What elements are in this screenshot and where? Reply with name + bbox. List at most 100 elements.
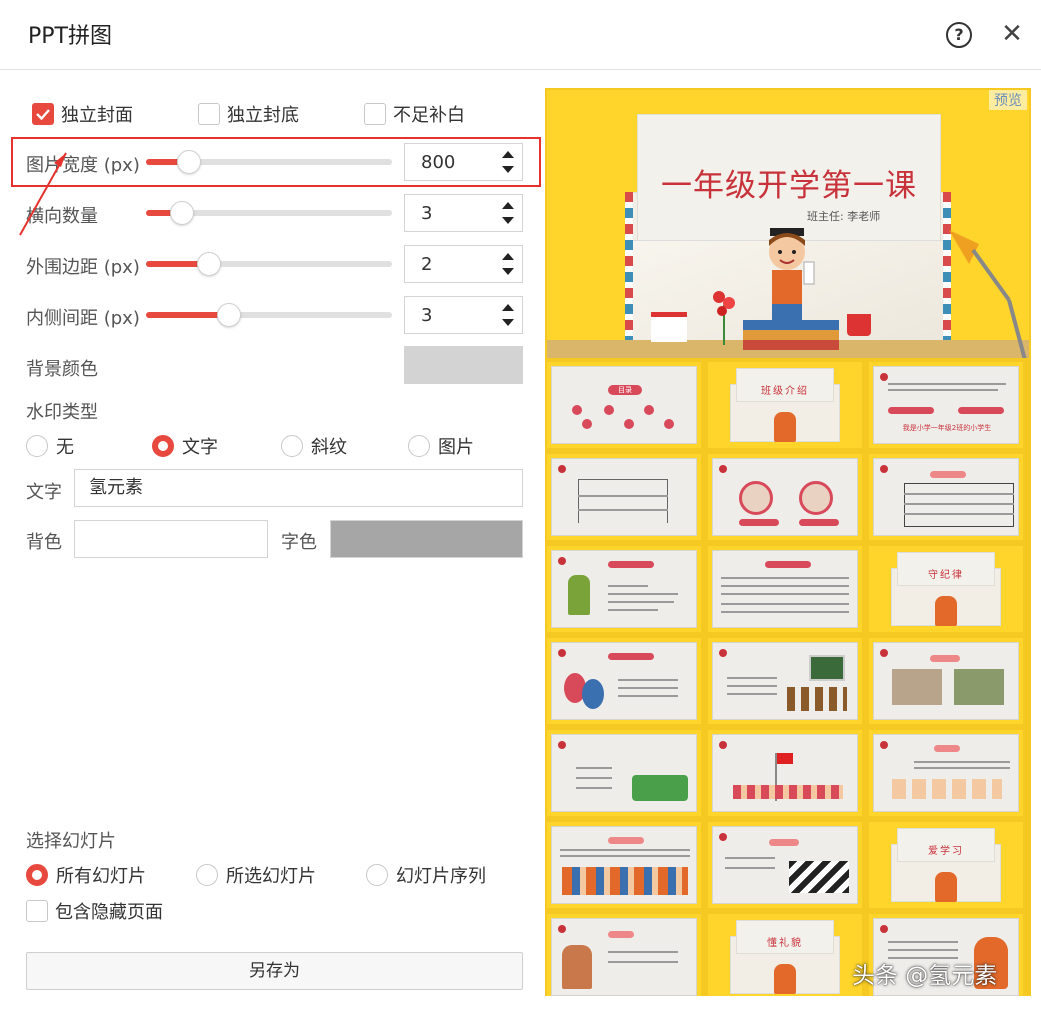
all-slides-radio[interactable]: 所有幻灯片 xyxy=(26,862,146,888)
radio-dot[interactable] xyxy=(196,864,218,886)
slide-thumbnail[interactable] xyxy=(708,822,862,908)
hidden-pages-checkbox[interactable]: 包含隐藏页面 xyxy=(26,898,163,924)
slide-body xyxy=(873,458,1019,536)
inner-spacing-spinbox[interactable]: 3 xyxy=(404,296,523,334)
radio-dot[interactable] xyxy=(281,435,303,457)
slide-thumbnail[interactable] xyxy=(869,454,1023,540)
backcover-checkbox-box[interactable] xyxy=(198,103,220,125)
watermark-image-radio[interactable]: 图片 xyxy=(408,433,474,459)
fill-checkbox[interactable]: 不足补白 xyxy=(364,101,465,127)
slide-thumbnail[interactable] xyxy=(869,638,1023,724)
logo-icon xyxy=(880,373,888,381)
spin-up-icon[interactable] xyxy=(502,202,514,209)
table-graphic xyxy=(904,483,1014,527)
watermark-bg-swatch[interactable] xyxy=(74,520,268,558)
logo-icon xyxy=(558,741,566,749)
label-pill xyxy=(769,839,799,846)
radio-dot[interactable] xyxy=(152,435,174,457)
students-group-icon xyxy=(562,867,688,895)
radio-label: 无 xyxy=(56,437,74,458)
text-line xyxy=(618,687,678,689)
logo-icon xyxy=(719,465,727,473)
slide-thumbnail[interactable]: 懂礼貌 xyxy=(708,914,862,996)
slide-thumbnail[interactable] xyxy=(547,454,701,540)
toc-bullet xyxy=(664,419,674,429)
columns-value[interactable]: 3 xyxy=(421,203,432,224)
slide-sequence-radio[interactable]: 幻灯片序列 xyxy=(366,862,486,888)
slide-thumbnail[interactable] xyxy=(708,546,862,632)
outer-margin-slider[interactable] xyxy=(146,252,392,276)
spin-up-icon[interactable] xyxy=(502,253,514,260)
slide-thumbnail[interactable]: 爱学习 xyxy=(869,822,1023,908)
text-line xyxy=(576,767,612,769)
label-pill xyxy=(608,931,634,938)
spin-down-icon[interactable] xyxy=(502,319,514,326)
spin-up-icon[interactable] xyxy=(502,304,514,311)
text-line xyxy=(608,951,678,953)
slide-thumbnail[interactable] xyxy=(547,914,701,996)
columns-slider[interactable] xyxy=(146,201,392,225)
slide-body xyxy=(551,642,697,720)
slide-thumbnail[interactable] xyxy=(708,638,862,724)
watermark-none-radio[interactable]: 无 xyxy=(26,433,74,459)
background-color-swatch[interactable] xyxy=(404,346,523,384)
slide-body xyxy=(551,550,697,628)
toc-bullet xyxy=(644,405,654,415)
students-row-icon xyxy=(733,785,843,799)
slide-thumbnail[interactable] xyxy=(547,822,701,908)
watermark-text-radio[interactable]: 文字 xyxy=(152,433,218,459)
slider-thumb[interactable] xyxy=(170,201,195,225)
slide-body xyxy=(873,734,1019,812)
slide-body xyxy=(712,826,858,904)
outer-margin-spinbox[interactable]: 2 xyxy=(404,245,523,283)
slide-thumbnail[interactable]: 班级介绍 xyxy=(708,362,862,448)
radio-label: 文字 xyxy=(182,437,218,458)
close-button[interactable]: ✕ xyxy=(1001,20,1023,48)
spin-down-icon[interactable] xyxy=(502,217,514,224)
spin-down-icon[interactable] xyxy=(502,268,514,275)
save-as-button[interactable]: 另存为 xyxy=(26,952,523,990)
inner-spacing-value[interactable]: 3 xyxy=(421,305,432,326)
slide-thumbnail[interactable] xyxy=(708,730,862,816)
slide-thumbnail[interactable] xyxy=(708,454,862,540)
text-line xyxy=(721,603,849,605)
text-line xyxy=(721,593,849,595)
slide-thumbnail[interactable]: 守纪律 xyxy=(869,546,1023,632)
radio-dot[interactable] xyxy=(408,435,430,457)
watermark-fg-swatch[interactable] xyxy=(330,520,523,558)
slide-thumbnail[interactable] xyxy=(547,730,701,816)
text-line xyxy=(576,777,612,779)
text-line xyxy=(576,787,612,789)
slider-thumb[interactable] xyxy=(217,303,242,327)
selected-slides-radio[interactable]: 所选幻灯片 xyxy=(196,862,316,888)
radio-dot[interactable] xyxy=(366,864,388,886)
crosswalk-icon xyxy=(789,861,849,893)
section-title: 班级介绍 xyxy=(761,386,809,397)
watermark-stripe-radio[interactable]: 斜纹 xyxy=(281,433,347,459)
fill-checkbox-box[interactable] xyxy=(364,103,386,125)
columns-spinbox[interactable]: 3 xyxy=(404,194,523,232)
outer-margin-value[interactable]: 2 xyxy=(421,254,432,275)
radio-dot[interactable] xyxy=(26,864,48,886)
inner-spacing-slider[interactable] xyxy=(146,303,392,327)
radio-label: 所有幻灯片 xyxy=(56,866,146,887)
dialog-title: PPT拼图 xyxy=(28,24,112,49)
text-line xyxy=(618,695,678,697)
slide-thumbnail[interactable]: 目录 xyxy=(547,362,701,448)
text-line xyxy=(618,679,678,681)
slide-body xyxy=(551,918,697,996)
slide-thumbnail[interactable] xyxy=(869,730,1023,816)
label-pill xyxy=(608,561,654,568)
annotation-arrow-icon xyxy=(19,152,67,236)
slide-thumbnail[interactable] xyxy=(547,546,701,632)
backcover-checkbox[interactable]: 独立封底 xyxy=(198,101,299,127)
hidden-pages-checkbox-box[interactable] xyxy=(26,900,48,922)
help-button[interactable]: ? xyxy=(946,22,972,48)
cover-checkbox-box[interactable] xyxy=(32,103,54,125)
cover-checkbox[interactable]: 独立封面 xyxy=(32,101,133,127)
slide-thumbnail[interactable] xyxy=(547,638,701,724)
slide-thumbnail[interactable]: 我是小学一年级2班的小学生 xyxy=(869,362,1023,448)
watermark-text-input[interactable]: 氢元素 xyxy=(74,469,523,507)
slider-thumb[interactable] xyxy=(197,252,222,276)
radio-dot[interactable] xyxy=(26,435,48,457)
